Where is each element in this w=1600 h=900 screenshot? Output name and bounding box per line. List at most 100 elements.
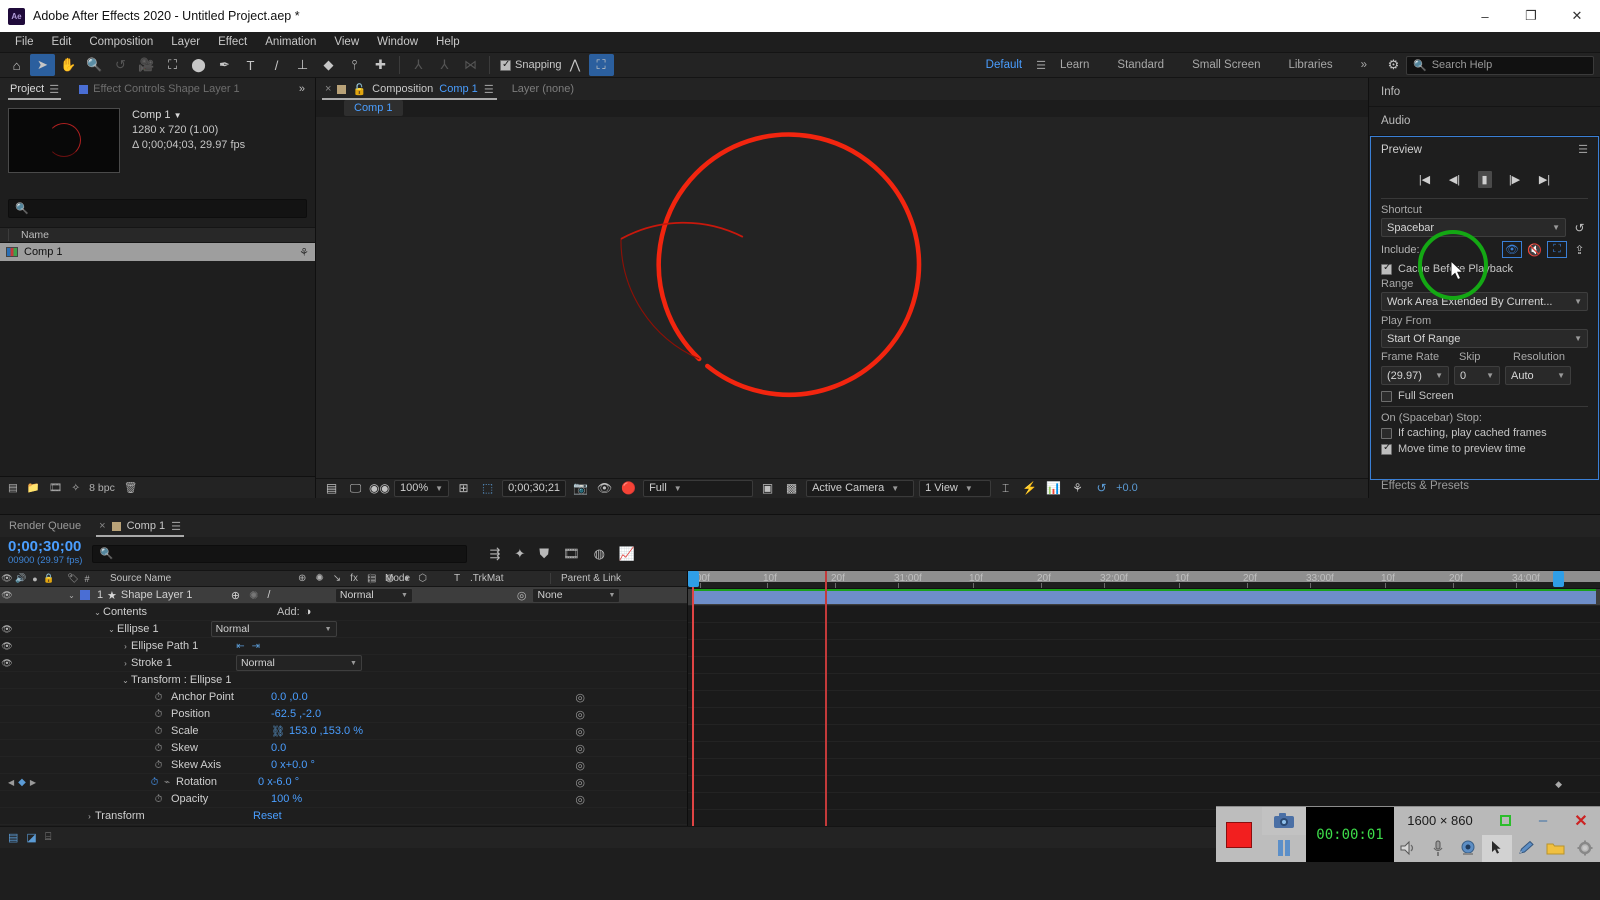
rotation-expression-icon[interactable]: ◎ [575, 776, 585, 789]
property-row-contents[interactable]: ⌄ Contents Add: ◑ [0, 604, 687, 621]
tab-effect-controls[interactable]: Effect Controls Shape Layer 1 [69, 78, 250, 100]
cache-before-playback-row[interactable]: Cache Before Playback [1371, 261, 1598, 277]
comp-flowchart-icon[interactable]: ⚘ [1068, 479, 1087, 497]
menu-view[interactable]: View [325, 34, 368, 50]
snapshot-icon[interactable]: 📷 [571, 479, 590, 497]
new-comp-icon[interactable]: 🎞 [49, 481, 62, 494]
timeline-tracks[interactable]: 00f 10f 20f 31:00f 10f 20f 32:00f 10f 20f 33:00f 1… [688, 571, 1600, 826]
puppet-bend-icon[interactable]: ⋈ [458, 54, 483, 76]
workspace-libraries[interactable]: Libraries [1274, 56, 1346, 74]
shortcut-select[interactable]: Spacebar ▼ [1381, 218, 1566, 237]
maximize-button[interactable]: ❐ [1508, 0, 1554, 32]
play-stop-button[interactable]: ▮ [1477, 170, 1492, 188]
project-menu-icon[interactable]: ☰ [49, 83, 59, 96]
snapping-toggle[interactable]: Snapping [500, 59, 562, 71]
opacity-expression-icon[interactable]: ◎ [575, 793, 585, 806]
timeline-menu-icon[interactable]: ☰ [171, 520, 181, 533]
tab-composition[interactable]: × 🔓 Composition Comp 1 ☰ [316, 78, 503, 100]
full-screen-checkbox[interactable] [1381, 390, 1392, 402]
ellipse-visibility-icon[interactable]: 👁 [0, 624, 14, 635]
project-settings-icon[interactable]: ✧ [71, 482, 80, 494]
graph-editor-icon[interactable]: 📈 [619, 546, 635, 562]
move-time-row[interactable]: Move time to preview time [1371, 441, 1598, 457]
views-select[interactable]: 1 View ▼ [919, 479, 992, 497]
clone-stamp-tool-icon[interactable]: ⊥ [290, 54, 315, 76]
menu-window[interactable]: Window [368, 34, 427, 50]
include-video-icon[interactable]: 👁 [1502, 241, 1522, 258]
hand-tool-icon[interactable]: ✋ [56, 54, 81, 76]
layer-shy-icon[interactable]: ⊕ [231, 589, 240, 602]
preview-export-icon[interactable]: ⇪ [1571, 241, 1588, 258]
include-audio-muted-icon[interactable]: 🔇 [1526, 241, 1543, 258]
puppet-overlap-icon[interactable]: ⅄ [432, 54, 457, 76]
next-frame-icon[interactable]: |▶ [1508, 173, 1522, 186]
parent-link-column[interactable]: Parent & Link [550, 573, 621, 584]
include-overlays-icon[interactable]: ⛶ [1547, 241, 1567, 258]
timeline-current-time[interactable]: 0;00;30;00 00900 (29.97 fps) [8, 539, 82, 568]
transparency-grid-icon[interactable]: ▩ [782, 479, 801, 497]
anchor-point-tool-icon[interactable]: ⛶ [160, 54, 185, 76]
property-row-ellipse-1[interactable]: 👁 ⌄ Ellipse 1 Normal ▼ [0, 621, 687, 638]
recorder-speaker-button[interactable] [1394, 835, 1423, 863]
menu-file[interactable]: File [6, 34, 43, 50]
recorder-pause-button[interactable] [1262, 834, 1306, 862]
frame-blending-icon[interactable]: 🎞 [563, 546, 580, 562]
puppet-pin-tool-icon[interactable]: ✚ [368, 54, 393, 76]
property-row-transform[interactable]: › Transform Reset [0, 808, 687, 825]
roto-brush-tool-icon[interactable]: ⫯ [342, 54, 367, 76]
skew-axis-value[interactable]: 0 x+0.0 ° [271, 759, 315, 771]
property-row-skew-axis[interactable]: ⏱ Skew Axis 0 x+0.0 ° ◎ [0, 757, 687, 774]
grid-guides-icon[interactable]: ⊞ [454, 479, 473, 497]
rotation-track-keyframe-icon[interactable]: ◆ [1555, 779, 1562, 790]
anchor-point-value[interactable]: 0.0 ,0.0 [271, 691, 308, 703]
property-row-ellipse-path-1[interactable]: 👁 › Ellipse Path 1 ⇤ ⇥ [0, 638, 687, 655]
property-row-scale[interactable]: ⏱ Scale ⛓ 153.0 ,153.0 % ◎ [0, 723, 687, 740]
home-icon[interactable]: ⌂ [4, 54, 29, 76]
path-forward-icon[interactable]: ⇥ [252, 641, 260, 652]
property-row-position[interactable]: ⏱ Position -62.5 ,-2.0 ◎ [0, 706, 687, 723]
composition-mini-flowchart-icon[interactable]: ⇶ [489, 546, 500, 562]
pen-tool-icon[interactable]: ✒ [212, 54, 237, 76]
target-region-icon[interactable]: ▣ [758, 479, 777, 497]
snap-bounds-icon[interactable]: ⛶ [588, 54, 614, 76]
stroke-visibility-icon[interactable]: 👁 [0, 658, 14, 669]
rotation-tool-icon[interactable]: ↺ [108, 54, 133, 76]
menu-animation[interactable]: Animation [256, 34, 325, 50]
first-frame-icon[interactable]: |◀ [1418, 173, 1432, 186]
recorder-open-folder-button[interactable] [1541, 835, 1570, 863]
scale-stopwatch-icon[interactable]: ⏱ [152, 726, 165, 737]
last-frame-icon[interactable]: ▶| [1538, 173, 1552, 186]
position-expression-icon[interactable]: ◎ [575, 708, 585, 721]
stroke-expand-arrow[interactable]: › [120, 659, 131, 668]
scale-value[interactable]: 153.0 ,153.0 % [289, 725, 363, 737]
timeline-search-input[interactable]: 🔍 [92, 544, 468, 563]
snap-vertex-icon[interactable]: ⋀ [563, 54, 588, 76]
position-stopwatch-icon[interactable]: ⏱ [152, 709, 165, 720]
layer-collapse-icon[interactable]: ✺ [249, 589, 258, 602]
show-snapshot-icon[interactable]: 👁 [595, 479, 614, 497]
subtab-comp1[interactable]: Comp 1 [344, 100, 403, 117]
lock-icon[interactable]: 🔓 [352, 83, 366, 96]
project-item-row[interactable]: Comp 1 ⚘ [0, 243, 315, 261]
scale-expression-icon[interactable]: ◎ [575, 725, 585, 738]
opacity-value[interactable]: 100 % [271, 793, 302, 805]
stroke-mode-select[interactable]: Normal ▼ [235, 655, 362, 671]
close-icon[interactable]: × [325, 83, 331, 95]
rotation-value[interactable]: 0 x-6.0 ° [258, 776, 299, 788]
layer-mode-cell[interactable]: Normal ▼ [334, 587, 419, 603]
menu-composition[interactable]: Composition [80, 34, 162, 50]
pixel-aspect-icon[interactable]: ⌶ [996, 479, 1015, 497]
type-tool-icon[interactable]: T [238, 54, 263, 76]
ellipse-mode-select[interactable]: Normal ▼ [210, 621, 337, 637]
work-area-end-marker[interactable] [1553, 571, 1564, 587]
preview-menu-icon[interactable]: ☰ [1578, 143, 1588, 156]
recorder-microphone-button[interactable] [1423, 835, 1452, 863]
stretch-handle-icon[interactable]: ⌸ [45, 831, 52, 844]
transform-ellipse-expand-arrow[interactable]: ⌄ [120, 676, 131, 685]
tab-layer[interactable]: Layer (none) [503, 78, 583, 100]
contents-expand-arrow[interactable]: ⌄ [92, 608, 103, 617]
fast-previews-icon[interactable]: ⚡ [1020, 479, 1039, 497]
range-select[interactable]: Work Area Extended By Current... ▼ [1381, 292, 1588, 311]
toggle-switches-modes-icon[interactable]: ▤ [8, 831, 18, 844]
skew-expression-icon[interactable]: ◎ [575, 742, 585, 755]
